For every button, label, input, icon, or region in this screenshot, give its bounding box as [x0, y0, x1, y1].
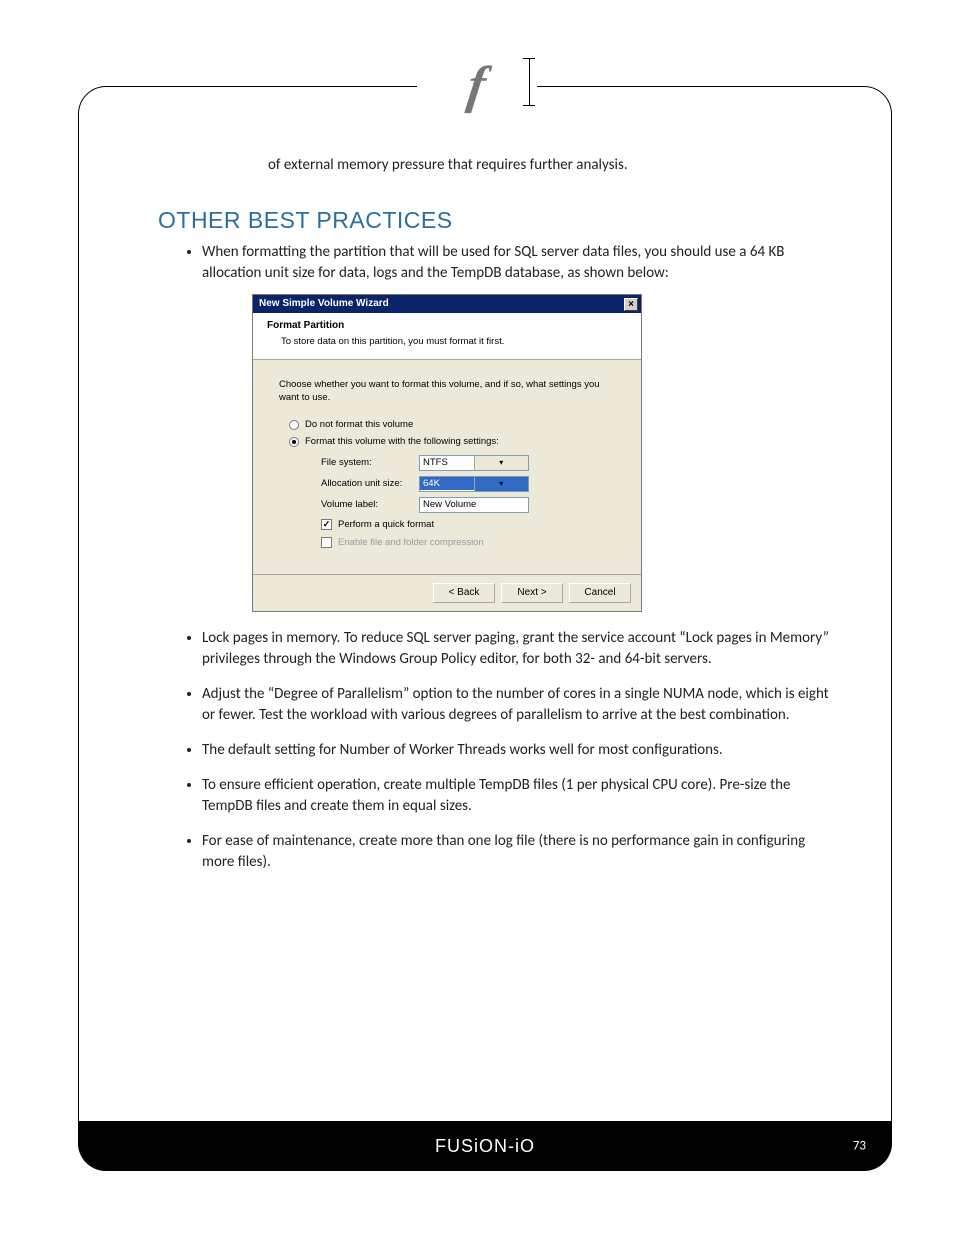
dialog-header: Format Partition To store data on this p… [253, 313, 641, 359]
section-heading: OTHER BEST PRACTICES [158, 207, 842, 234]
field-label: Volume label: [321, 498, 419, 511]
format-wizard-dialog: New Simple Volume Wizard × Format Partit… [252, 294, 642, 612]
logo-glyph-icon: f [465, 60, 490, 112]
back-button[interactable]: < Back [433, 583, 495, 603]
best-practices-list: When formatting the partition that will … [182, 242, 842, 873]
checkbox-label: Perform a quick format [338, 518, 434, 531]
chevron-down-icon [474, 456, 529, 470]
list-item: The default setting for Number of Worker… [202, 740, 842, 761]
dialog-footer: < Back Next > Cancel [253, 574, 641, 611]
dialog-titlebar: New Simple Volume Wizard × [253, 295, 641, 313]
list-item: Adjust the “Degree of Parallelism” optio… [202, 684, 842, 726]
header-tick-mark [529, 58, 530, 106]
format-settings: File system: NTFS Allocation unit size: … [321, 455, 615, 550]
allocation-unit-row: Allocation unit size: 64K [321, 476, 615, 492]
list-item-text: When formatting the partition that will … [202, 243, 784, 282]
header-logo: f [417, 52, 537, 120]
list-item: To ensure efficient operation, create mu… [202, 775, 842, 817]
quick-format-checkbox[interactable]: Perform a quick format [321, 518, 615, 531]
field-label: File system: [321, 456, 419, 469]
volume-label-input[interactable]: New Volume [419, 497, 529, 513]
select-value: NTFS [420, 456, 474, 469]
radio-option-no-format[interactable]: Do not format this volume [289, 418, 615, 431]
content-column: of external memory pressure that require… [158, 140, 842, 887]
chevron-down-icon [474, 477, 529, 491]
dialog-instruction: Choose whether you want to format this v… [279, 378, 615, 405]
checkbox-icon [321, 537, 332, 548]
list-item: When formatting the partition that will … [202, 242, 842, 612]
radio-icon [289, 420, 299, 430]
radio-label: Do not format this volume [305, 418, 413, 431]
list-item: For ease of maintenance, create more tha… [202, 831, 842, 873]
page-number: 73 [853, 1139, 866, 1154]
cancel-button[interactable]: Cancel [569, 583, 631, 603]
radio-option-format[interactable]: Format this volume with the following se… [289, 435, 615, 448]
file-system-row: File system: NTFS [321, 455, 615, 471]
dialog-body: Choose whether you want to format this v… [253, 360, 641, 575]
page-footer: FUSiON‑iO 73 [78, 1121, 892, 1171]
list-item: Lock pages in memory. To reduce SQL serv… [202, 628, 842, 670]
dialog-header-subtitle: To store data on this partition, you mus… [281, 335, 631, 348]
next-button[interactable]: Next > [501, 583, 563, 603]
close-icon[interactable]: × [624, 298, 638, 311]
dialog-title: New Simple Volume Wizard [259, 297, 389, 311]
checkbox-label: Enable file and folder compression [338, 536, 484, 549]
checkbox-icon [321, 519, 332, 530]
volume-label-row: Volume label: New Volume [321, 497, 615, 513]
file-system-select[interactable]: NTFS [419, 455, 529, 471]
compression-checkbox: Enable file and folder compression [321, 536, 615, 549]
field-label: Allocation unit size: [321, 477, 419, 490]
footer-brand: FUSiON‑iO [435, 1136, 535, 1157]
radio-label: Format this volume with the following se… [305, 435, 499, 448]
dialog-header-title: Format Partition [267, 319, 631, 333]
continuation-text: of external memory pressure that require… [268, 155, 842, 175]
page: f of external memory pressure that requi… [0, 0, 954, 1235]
allocation-unit-select[interactable]: 64K [419, 476, 529, 492]
radio-icon [289, 437, 299, 447]
select-value: 64K [420, 477, 474, 490]
